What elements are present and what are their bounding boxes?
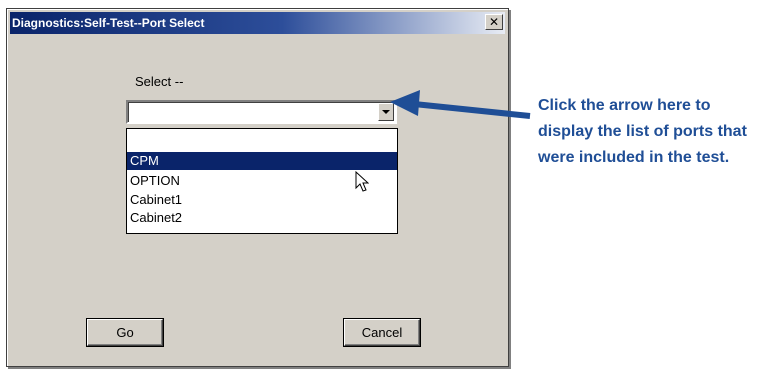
mouse-pointer-icon	[355, 171, 369, 192]
port-option-cpm[interactable]: CPM	[127, 152, 397, 170]
port-select-combobox[interactable]	[126, 100, 397, 124]
select-label: Select --	[135, 74, 184, 89]
arrow-left-icon	[390, 90, 531, 119]
title-bar[interactable]: Diagnostics:Self-Test--Port Select ✕	[10, 12, 505, 34]
port-select-dialog: Diagnostics:Self-Test--Port Select ✕ Sel…	[6, 8, 509, 367]
close-icon: ✕	[488, 15, 500, 29]
go-button[interactable]: Go	[87, 319, 163, 346]
chevron-down-icon	[382, 110, 390, 114]
port-option-cabinet2[interactable]: Cabinet2	[127, 209, 397, 227]
port-option-cabinet1[interactable]: Cabinet1	[127, 191, 397, 209]
window-title: Diagnostics:Self-Test--Port Select	[12, 16, 205, 30]
cancel-button[interactable]: Cancel	[344, 319, 420, 346]
port-option-blank[interactable]	[127, 131, 397, 149]
instruction-callout: Click the arrow here to display the list…	[538, 97, 747, 166]
close-button[interactable]: ✕	[485, 14, 503, 30]
